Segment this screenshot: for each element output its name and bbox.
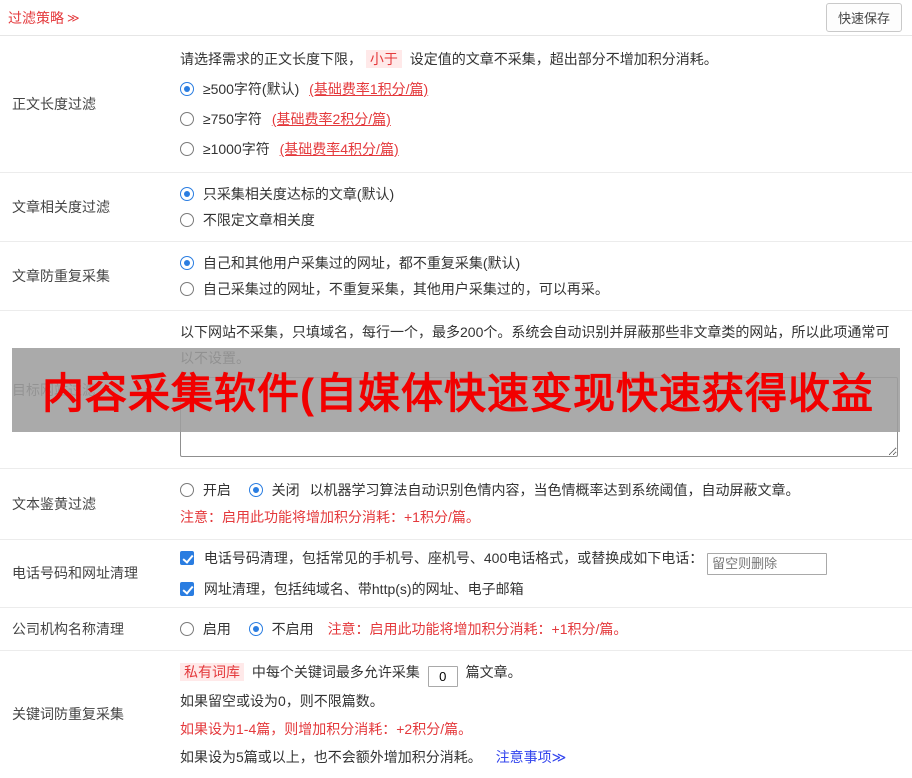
option-1000-chars: ≥1000字符 (基础费率4积分/篇)	[180, 134, 898, 164]
radio-porn-on[interactable]	[180, 483, 194, 497]
option-relevance-strict: 只采集相关度达标的文章(默认)	[180, 181, 898, 207]
radio-relevance-strict[interactable]	[180, 187, 194, 201]
notice-link[interactable]: 注意事项≫	[496, 749, 567, 765]
row-body-length-filter: 正文长度过滤 请选择需求的正文长度下限， 小于 设定值的文章不采集，超出部分不增…	[0, 36, 912, 173]
row-label-phone-url: 电话号码和网址清理	[12, 565, 138, 582]
target-site-desc: 以下网站不采集，只填域名，每行一个，最多200个。系统会自动识别并屏蔽那些非文章…	[180, 324, 890, 366]
row-keyword-dedup: 关键词防重复采集 私有词库 中每个关键词最多允许采集 篇文章。 如果留空或设为0…	[0, 651, 912, 778]
keyword-note-cost: 如果设为1-4篇，则增加积分消耗：+2积分/篇。	[180, 720, 473, 737]
page-title: 过滤策略	[8, 9, 64, 26]
option-750-chars: ≥750字符 (基础费率2积分/篇)	[180, 104, 898, 134]
option-relevance-any: 不限定文章相关度	[180, 207, 898, 233]
radio-company-off[interactable]	[248, 621, 263, 636]
option-dedup-all-users: 自己和其他用户采集过的网址，都不重复采集(默认)	[180, 250, 898, 276]
row-label-company: 公司机构名称清理	[12, 620, 124, 637]
checkbox-phone-cleanup[interactable]	[180, 551, 194, 565]
radio-750-chars[interactable]	[180, 112, 194, 126]
row-label-dedup: 文章防重复采集	[12, 268, 110, 284]
keyword-limit-line: 私有词库 中每个关键词最多允许采集 篇文章。	[180, 658, 898, 687]
radio-dedup-self-only[interactable]	[180, 282, 194, 296]
rate-note: (基础费率2积分/篇)	[271, 111, 391, 127]
row-label-body-length: 正文长度过滤	[12, 96, 96, 112]
phone-cleanup-line: 电话号码清理，包括常见的手机号、座机号、400电话格式，或替换成如下电话：	[180, 544, 898, 575]
porn-filter-options: 开启 关闭 以机器学习算法自动识别色情内容，当色情概率达到系统阈值，自动屏蔽文章…	[180, 477, 898, 504]
collapse-arrow-icon: ≫	[67, 10, 80, 25]
porn-filter-cost-note: 注意：启用此功能将增加积分消耗：+1积分/篇。	[180, 509, 480, 525]
quick-save-button[interactable]: 快速保存	[825, 3, 902, 32]
option-dedup-self-only: 自己采集过的网址，不重复采集，其他用户采集过的，可以再采。	[180, 276, 898, 302]
row-porn-filter: 文本鉴黄过滤 开启 关闭 以机器学习算法自动识别色情内容，当色情概率达到系统阈值…	[0, 469, 912, 540]
url-cleanup-line: 网址清理，包括纯域名、带http(s)的网址、电子邮箱	[180, 575, 898, 603]
row-company-cleanup: 公司机构名称清理 启用 不启用 注意：启用此功能将增加积分消耗：+1积分/篇。	[0, 608, 912, 651]
keyword-count-input[interactable]	[427, 665, 458, 687]
company-cleanup-options: 启用 不启用 注意：启用此功能将增加积分消耗：+1积分/篇。	[180, 616, 898, 642]
keyword-note-five: 如果设为5篇或以上，也不会额外增加积分消耗。 注意事项≫	[180, 748, 567, 765]
private-thesaurus-highlight: 私有词库	[180, 662, 244, 681]
row-relevance-filter: 文章相关度过滤 只采集相关度达标的文章(默认) 不限定文章相关度	[0, 173, 912, 242]
radio-500-chars[interactable]	[180, 82, 194, 96]
filter-strategy-toggle[interactable]: 过滤策略 ≫	[8, 8, 80, 28]
radio-1000-chars[interactable]	[180, 142, 194, 156]
row-dedup-collection: 文章防重复采集 自己和其他用户采集过的网址，都不重复采集(默认) 自己采集过的网…	[0, 242, 912, 311]
radio-company-on[interactable]	[180, 621, 194, 636]
blocked-sites-textarea[interactable]	[180, 377, 898, 457]
replacement-phone-input[interactable]	[707, 552, 828, 575]
rate-note: (基础费率1积分/篇)	[309, 81, 429, 97]
body-length-intro: 请选择需求的正文长度下限， 小于 设定值的文章不采集，超出部分不增加积分消耗。	[180, 50, 718, 68]
company-cost-note: 注意：启用此功能将增加积分消耗：+1积分/篇。	[327, 620, 628, 637]
keyword-note-zero: 如果留空或设为0，则不限篇数。	[180, 692, 384, 709]
topbar: 过滤策略 ≫ 快速保存	[0, 0, 912, 36]
option-500-chars: ≥500字符(默认) (基础费率1积分/篇)	[180, 74, 898, 104]
row-target-site-filter: 目标网站过滤 以下网站不采集，只填域名，每行一个，最多200个。系统会自动识别并…	[0, 311, 912, 469]
less-than-highlight: 小于	[365, 50, 402, 68]
checkbox-url-cleanup[interactable]	[180, 581, 194, 596]
radio-relevance-any[interactable]	[180, 213, 194, 227]
rate-note: (基础费率4积分/篇)	[279, 141, 399, 157]
radio-dedup-all-users[interactable]	[180, 256, 194, 270]
row-label-keyword: 关键词防重复采集	[12, 706, 124, 722]
row-label-porn-filter: 文本鉴黄过滤	[12, 496, 96, 512]
row-phone-url-cleanup: 电话号码和网址清理 电话号码清理，包括常见的手机号、座机号、400电话格式，或替…	[0, 540, 912, 608]
radio-porn-off[interactable]	[248, 483, 263, 497]
row-label-target-site: 目标网站过滤	[12, 381, 96, 398]
row-label-relevance: 文章相关度过滤	[12, 199, 110, 215]
